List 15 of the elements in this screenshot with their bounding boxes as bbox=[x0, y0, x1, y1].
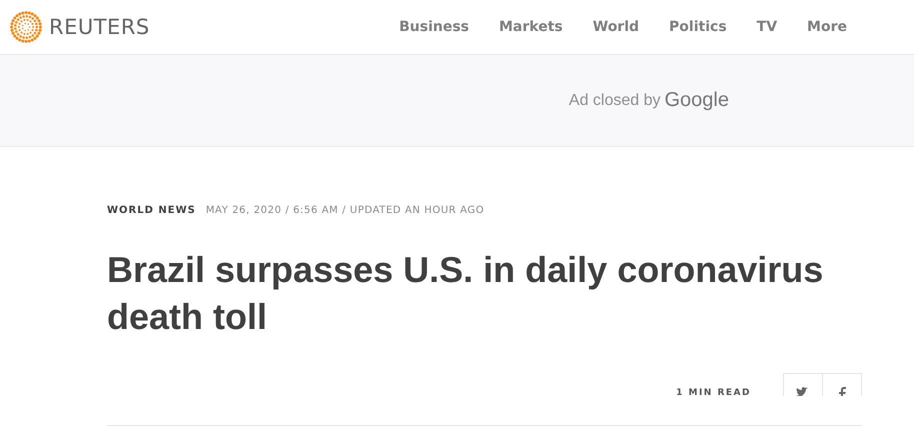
nav-link[interactable]: Politics bbox=[669, 19, 727, 35]
nav-link[interactable]: World bbox=[592, 19, 640, 35]
nav-link[interactable]: More bbox=[807, 19, 847, 35]
nav-link[interactable]: Markets bbox=[499, 19, 563, 35]
nav-link[interactable]: TV bbox=[756, 19, 778, 35]
headline: Brazil surpasses U.S. in daily coronavirus death toll bbox=[107, 248, 824, 339]
section-label[interactable]: WORLD NEWS bbox=[107, 205, 196, 216]
bird-icon bbox=[796, 387, 810, 396]
ad-closed-text: Ad closed by bbox=[568, 92, 660, 110]
nav-link[interactable]: Business bbox=[399, 19, 469, 35]
dateline: MAY 26, 2020 / 6:56 AM / UPDATED AN HOUR AGO bbox=[206, 205, 484, 216]
read-time: 1 MIN READ bbox=[676, 388, 751, 398]
ad-provider: Google bbox=[664, 89, 729, 112]
logo-icon bbox=[9, 10, 43, 44]
brand-name: REUTERS bbox=[49, 15, 150, 39]
